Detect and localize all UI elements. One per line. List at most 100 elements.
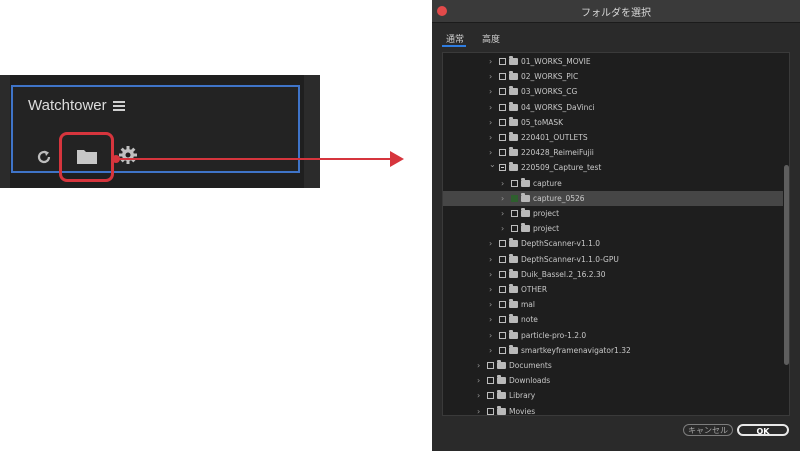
chevron-right-icon[interactable]: › — [489, 130, 492, 145]
cancel-button[interactable]: キャンセル — [683, 424, 733, 436]
tab-normal[interactable]: 通常 — [446, 32, 464, 45]
chevron-right-icon[interactable]: › — [489, 100, 492, 115]
folder-icon — [509, 284, 518, 293]
tree-row-label: project — [533, 209, 560, 218]
folder-icon — [497, 375, 506, 385]
tree-checkbox[interactable] — [499, 164, 506, 172]
tree-row[interactable]: › project — [443, 206, 783, 221]
ok-button[interactable]: OK — [737, 424, 789, 436]
folder-icon — [509, 101, 518, 111]
tree-checkbox[interactable] — [487, 407, 494, 415]
chevron-down-icon[interactable]: ⌄ — [489, 157, 496, 172]
chevron-right-icon[interactable]: › — [489, 312, 492, 327]
tree-row[interactable]: › Documents — [443, 358, 783, 373]
tree-row[interactable]: › Downloads — [443, 373, 783, 388]
chevron-right-icon[interactable]: › — [489, 297, 492, 312]
chevron-right-icon[interactable]: › — [477, 404, 480, 415]
tree-checkbox[interactable] — [499, 88, 506, 96]
chevron-right-icon[interactable]: › — [477, 373, 480, 388]
tree-row[interactable]: › 01_WORKS_MOVIE — [443, 54, 783, 69]
chevron-right-icon[interactable]: › — [477, 388, 480, 403]
chevron-right-icon[interactable]: › — [489, 84, 492, 99]
chevron-right-icon[interactable]: › — [489, 282, 492, 297]
tree-checkbox[interactable] — [499, 58, 506, 65]
tree-row-label: project — [533, 224, 560, 234]
chevron-right-icon[interactable]: › — [489, 328, 492, 343]
chevron-right-icon[interactable]: › — [489, 343, 492, 358]
chevron-right-icon[interactable]: › — [501, 176, 504, 191]
tree-checkbox[interactable] — [487, 377, 494, 385]
chevron-right-icon[interactable]: › — [489, 236, 492, 251]
tree-row[interactable]: › 04_WORKS_DaVinci — [443, 100, 783, 115]
folder-icon — [509, 314, 518, 324]
tree-row-label: DepthScanner-v1.1.0 — [521, 239, 601, 249]
tree-checkbox[interactable] — [511, 179, 518, 187]
active-tab-underline — [442, 45, 466, 47]
tab-advanced[interactable]: 高度 — [482, 32, 500, 45]
chevron-right-icon[interactable]: › — [489, 115, 492, 130]
tree-checkbox[interactable] — [511, 210, 518, 217]
chevron-right-icon[interactable]: › — [501, 191, 504, 206]
tree-row-label: 220401_OUTLETS — [521, 133, 588, 142]
chevron-right-icon[interactable]: › — [489, 54, 492, 69]
folder-icon — [509, 238, 518, 248]
refresh-icon[interactable] — [34, 147, 54, 167]
tree-row[interactable]: › mal — [443, 297, 783, 312]
dialog-title: フォルダを選択 — [581, 8, 651, 19]
folder-icon — [509, 268, 518, 278]
chevron-right-icon[interactable]: › — [489, 69, 492, 84]
tree-row[interactable]: › particle-pro-1.2.0 — [443, 328, 783, 343]
tree-row[interactable]: › project — [443, 221, 783, 236]
tree-row[interactable]: › DepthScanner-v1.1.0-GPU — [443, 252, 783, 267]
tree-row-label: 220509_Capture_test — [521, 163, 602, 173]
tree-row[interactable]: › Movies — [443, 404, 783, 415]
tree-row[interactable]: › 05_toMASK — [443, 115, 783, 130]
tree-checkbox[interactable] — [499, 255, 506, 263]
tree-row-label: DepthScanner-v1.1.0-GPU — [521, 254, 619, 264]
tree-checkbox[interactable] — [499, 301, 506, 309]
tree-row[interactable]: › Duik_Bassel.2_16.2.30 — [443, 267, 783, 282]
chevron-right-icon[interactable]: › — [489, 252, 492, 267]
tree-checkbox[interactable] — [499, 149, 506, 157]
dialog-titlebar: フォルダを選択 — [432, 0, 800, 23]
tree-row[interactable]: › note — [443, 312, 783, 327]
tree-checkbox[interactable] — [499, 134, 506, 141]
chevron-right-icon[interactable]: › — [501, 221, 504, 236]
tree-row-label: capture — [533, 178, 562, 188]
tree-row-label: 04_WORKS_DaVinci — [521, 102, 595, 112]
tree-checkbox[interactable] — [487, 362, 494, 369]
chevron-right-icon[interactable]: › — [489, 267, 492, 282]
tree-row[interactable]: › capture — [443, 176, 783, 191]
panel-side-strip — [0, 75, 10, 188]
tree-row-label: Duik_Bassel.2_16.2.30 — [521, 269, 606, 279]
tree-row[interactable]: › smartkeyframenavigator1.32 — [443, 343, 783, 358]
folder-icon — [509, 56, 518, 65]
tree-checkbox[interactable] — [499, 73, 506, 81]
tree-checkbox[interactable] — [499, 270, 506, 278]
tree-checkbox[interactable] — [511, 225, 518, 233]
tree-row[interactable]: › 02_WORKS_PIC — [443, 69, 783, 84]
tree-checkbox[interactable] — [487, 392, 494, 400]
tree-checkbox[interactable] — [499, 346, 506, 354]
hamburger-menu-icon[interactable] — [113, 101, 125, 111]
tree-row[interactable]: › 220401_OUTLETS — [443, 130, 783, 145]
tree-row[interactable]: › capture_0526 — [443, 190, 783, 206]
tree-row[interactable]: › Library — [443, 388, 783, 403]
tree-row[interactable]: › OTHER — [443, 282, 783, 297]
tree-checkbox[interactable] — [499, 240, 506, 248]
chevron-right-icon[interactable]: › — [477, 358, 480, 373]
tree-row[interactable]: ⌄ 220509_Capture_test — [443, 160, 783, 175]
tree-row[interactable]: › 03_WORKS_CG — [443, 84, 783, 99]
tree-checkbox[interactable] — [499, 331, 506, 339]
tree-checkbox[interactable] — [499, 316, 506, 324]
folder-icon — [509, 71, 518, 81]
tree-row-label: Library — [509, 391, 536, 401]
tree-checkbox[interactable] — [499, 286, 506, 293]
tree-row-label: Downloads — [509, 376, 551, 386]
tree-checkbox[interactable] — [499, 118, 506, 126]
tree-row[interactable]: › DepthScanner-v1.1.0 — [443, 236, 783, 251]
tree-checkbox[interactable] — [511, 194, 518, 202]
chevron-right-icon[interactable]: › — [501, 206, 504, 221]
tree-checkbox[interactable] — [499, 103, 506, 111]
scrollbar-thumb[interactable] — [784, 165, 789, 365]
